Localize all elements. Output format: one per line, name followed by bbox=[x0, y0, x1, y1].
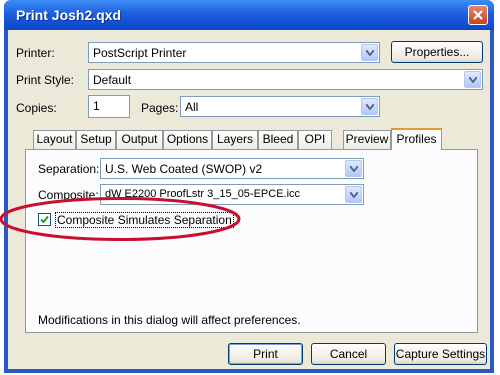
chevron-down-icon[interactable] bbox=[361, 44, 378, 61]
tab-layers[interactable]: Layers bbox=[212, 130, 258, 149]
print-style-value: Default bbox=[93, 73, 132, 87]
close-button[interactable] bbox=[468, 5, 488, 25]
cancel-button[interactable]: Cancel bbox=[311, 343, 386, 365]
pages-label: Pages: bbox=[141, 101, 179, 115]
print-style-label: Print Style: bbox=[16, 73, 75, 87]
dialog-body: Printer: PostScript Printer Properties..… bbox=[8, 30, 490, 369]
checkmark-icon bbox=[40, 215, 49, 224]
tab-layout[interactable]: Layout bbox=[33, 130, 76, 149]
composite-label: Composite: bbox=[38, 188, 99, 202]
separation-select[interactable]: U.S. Web Coated (SWOP) v2 bbox=[100, 158, 364, 179]
chevron-down-icon[interactable] bbox=[361, 98, 378, 115]
copies-label: Copies: bbox=[16, 101, 57, 115]
printer-label: Printer: bbox=[16, 46, 55, 60]
composite-value: dW E2200 ProofLstr 3_15_05-EPCE.icc bbox=[105, 188, 301, 200]
preferences-notice: Modifications in this dialog will affect… bbox=[38, 313, 301, 327]
close-icon bbox=[473, 10, 483, 20]
capture-settings-button[interactable]: Capture Settings bbox=[394, 343, 487, 365]
title-bar[interactable]: Print Josh2.qxd bbox=[4, 0, 494, 30]
tab-bleed[interactable]: Bleed bbox=[258, 130, 298, 149]
printer-select[interactable]: PostScript Printer bbox=[88, 42, 380, 63]
print-style-select[interactable]: Default bbox=[88, 69, 483, 90]
chevron-down-icon[interactable] bbox=[345, 160, 362, 177]
tab-opi[interactable]: OPI bbox=[298, 130, 332, 149]
print-button[interactable]: Print bbox=[228, 343, 303, 365]
chevron-down-icon[interactable] bbox=[464, 71, 481, 88]
profiles-panel: Separation: U.S. Web Coated (SWOP) v2 Co… bbox=[25, 149, 478, 333]
pages-value: All bbox=[185, 100, 199, 114]
chevron-down-icon[interactable] bbox=[345, 186, 362, 203]
composite-simulates-label[interactable]: Composite Simulates Separation bbox=[55, 212, 234, 228]
separation-label: Separation: bbox=[38, 162, 100, 176]
composite-simulates-checkbox[interactable] bbox=[38, 213, 51, 226]
tab-preview[interactable]: Preview bbox=[343, 130, 391, 149]
separation-value: U.S. Web Coated (SWOP) v2 bbox=[105, 162, 263, 176]
tab-setup[interactable]: Setup bbox=[76, 130, 116, 149]
properties-button[interactable]: Properties... bbox=[391, 41, 483, 63]
copies-input[interactable]: 1 bbox=[88, 95, 130, 118]
window-title: Print Josh2.qxd bbox=[16, 7, 122, 23]
pages-select[interactable]: All bbox=[180, 96, 380, 117]
composite-select[interactable]: dW E2200 ProofLstr 3_15_05-EPCE.icc bbox=[100, 184, 364, 205]
copies-value: 1 bbox=[93, 99, 100, 113]
print-dialog: Print Josh2.qxd Printer: PostScript Prin… bbox=[4, 0, 494, 373]
tab-options[interactable]: Options bbox=[163, 130, 212, 149]
tab-profiles[interactable]: Profiles bbox=[391, 128, 442, 150]
printer-value: PostScript Printer bbox=[93, 46, 187, 60]
tab-output[interactable]: Output bbox=[116, 130, 163, 149]
